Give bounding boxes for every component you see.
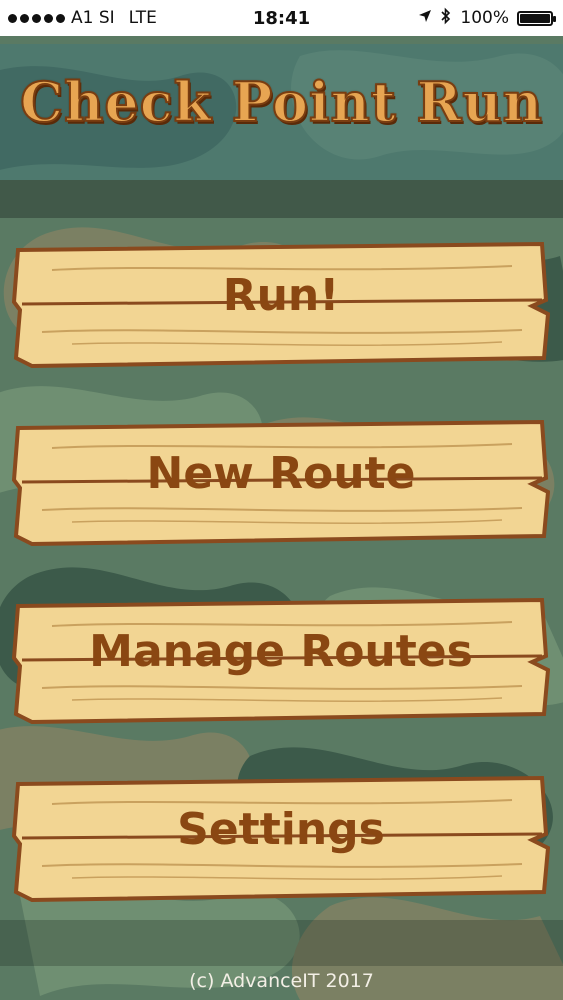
location-arrow-icon [418,8,432,28]
app-title: Check Point Run [19,69,543,135]
copyright-footer: (c) AdvanceIT 2017 [189,970,374,992]
battery-icon [517,10,556,26]
settings-label: Settings [177,803,385,855]
footer-band [0,920,563,966]
status-bar: A1 SI LTE 18:41 100% [0,0,563,36]
header-shadow-strip [0,180,563,218]
manage-routes-label: Manage Routes [89,625,473,677]
run-label: Run! [222,269,340,321]
run-button[interactable]: Run! [12,240,550,370]
battery-percent: 100% [460,8,509,28]
status-right: 100% [418,0,556,36]
new-route-button[interactable]: New Route [12,418,550,548]
manage-routes-button[interactable]: Manage Routes [12,596,550,726]
bluetooth-icon [440,7,452,30]
new-route-label: New Route [146,447,416,499]
battery-fill [520,13,550,23]
settings-button[interactable]: Settings [12,774,550,904]
